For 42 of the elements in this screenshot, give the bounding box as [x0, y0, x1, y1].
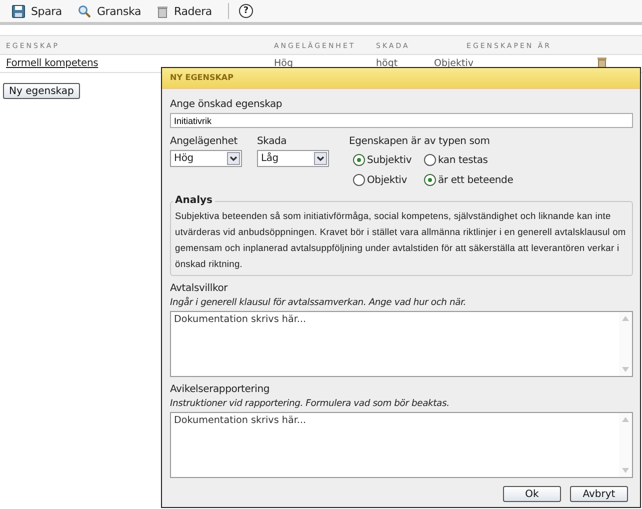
- table-cell-text: Objektiv: [434, 58, 474, 69]
- radio-button[interactable]: [353, 154, 365, 166]
- scroll-up-icon[interactable]: [622, 316, 629, 321]
- panel-legend: Analys: [173, 195, 215, 206]
- scroll-up-icon[interactable]: [622, 417, 629, 422]
- new-property-button[interactable]: Ny egenskap: [3, 83, 80, 99]
- dropdown[interactable]: Hög: [170, 150, 242, 167]
- delete-button[interactable]: Radera: [151, 4, 218, 18]
- text-area[interactable]: Dokumentation skrivs här...: [170, 311, 633, 377]
- field-label: Ange önskad egenskap: [170, 99, 284, 110]
- scrollbar[interactable]: [619, 413, 632, 477]
- help-button[interactable]: ?: [238, 4, 253, 18]
- radio-label: är ett beteende: [438, 174, 514, 186]
- section-label: Avikelserapportering: [170, 384, 270, 395]
- field-label: Angelägenhet: [170, 136, 238, 147]
- dialog-title: NY EGENSKAP: [162, 68, 640, 89]
- radio-button[interactable]: [353, 174, 365, 186]
- field-label: Skada: [257, 136, 288, 147]
- radio-label: Subjektiv: [367, 154, 412, 166]
- text-area[interactable]: Dokumentation skrivs här...: [170, 412, 633, 478]
- search-icon: [78, 4, 91, 18]
- scrollbar[interactable]: [619, 312, 632, 376]
- radio-label: kan testas: [438, 154, 488, 166]
- property-name-field[interactable]: Initiativrik: [170, 113, 633, 128]
- group-label: av typen som: [424, 136, 491, 147]
- save-button[interactable]: Spara: [6, 4, 68, 18]
- section-label: Avtalsvillkor: [170, 283, 229, 294]
- scroll-down-icon[interactable]: [622, 367, 629, 372]
- cancel-button[interactable]: Avbryt: [570, 486, 628, 502]
- ok-button[interactable]: Ok: [503, 486, 561, 502]
- radio-button[interactable]: [424, 154, 436, 166]
- trash-can-icon: [157, 4, 168, 18]
- scroll-down-icon[interactable]: [622, 468, 629, 473]
- radio-label: Objektiv: [367, 174, 407, 186]
- radio-button[interactable]: [424, 174, 436, 186]
- section-hint: Instruktioner vid rapportering. Formulera vad som bör beaktas.: [170, 398, 450, 409]
- section-hint: Ingår i generell klausul för avtalssamverkan. Ange vad hur och när.: [170, 297, 468, 308]
- analysis-text: Subjektiva beteenden så som initiativförmåga, social kompetens, självständighet och liknande kan inte utvärderas vid anbudsöppningen. Kravet bör i stället vara allmänna riktlinjer i en generell avtalsklausul om gemensam och inplanerad avtalsuppföljning under avtalstiden för att säkerställa att leverantören verkar i önskad riktning.: [175, 210, 626, 271]
- property-link[interactable]: Formell kompetens: [0, 58, 268, 69]
- dropdown[interactable]: Låg: [257, 150, 329, 167]
- group-label: Egenskapen är: [349, 136, 422, 147]
- search-button[interactable]: Granska: [72, 4, 147, 18]
